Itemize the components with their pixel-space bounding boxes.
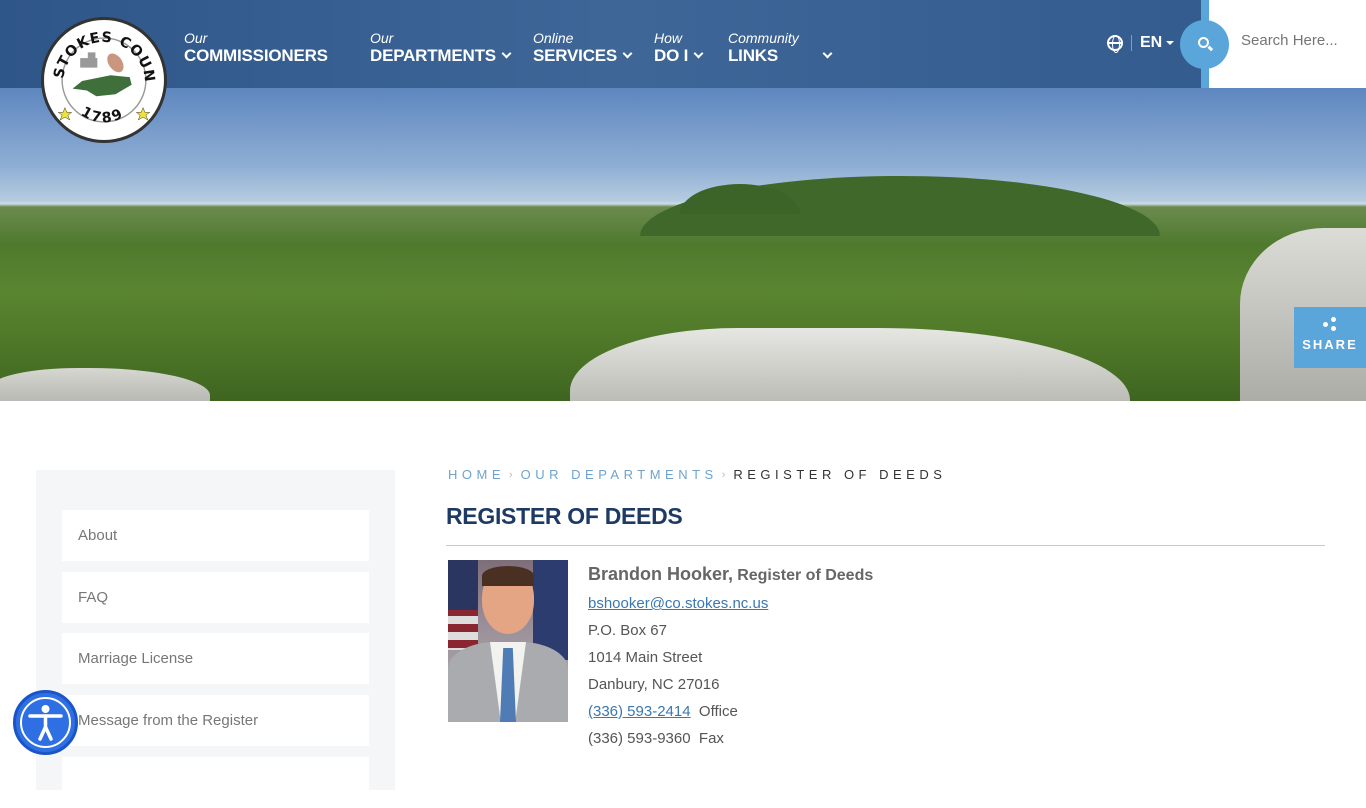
nav-departments-label: DEPARTMENTS [370, 46, 496, 65]
breadcrumb-separator-icon: › [721, 468, 726, 481]
globe-icon [1107, 35, 1123, 53]
contact-info: Brandon Hooker, Register of Deeds bshook… [588, 562, 873, 752]
language-selector[interactable]: EN [1107, 34, 1175, 53]
breadcrumb-our-departments[interactable]: OUR DEPARTMENTS [521, 467, 718, 482]
nav-departments[interactable]: Our DEPARTMENTS [370, 30, 512, 66]
chevron-down-icon [822, 48, 833, 59]
share-label: SHARE [1302, 337, 1358, 352]
breadcrumb: HOME › OUR DEPARTMENTS › REGISTER OF DEE… [448, 467, 946, 482]
nav-community-links[interactable]: Community LINKS [728, 30, 833, 66]
search-icon [1198, 37, 1209, 48]
sidebar-item-faq[interactable]: FAQ [62, 572, 369, 623]
rock-center [570, 328, 1130, 401]
hero-banner-image [0, 88, 1366, 401]
search-button[interactable] [1180, 20, 1229, 69]
nav-services[interactable]: Online SERVICES [533, 30, 633, 66]
share-button[interactable]: SHARE [1294, 307, 1366, 368]
contact-fax-label: Fax [698, 730, 724, 747]
county-seal-logo[interactable]: STOKES COUNTY 1789 [41, 17, 167, 143]
us-flag [448, 560, 478, 650]
nav-services-small: Online [533, 30, 574, 46]
portrait-hair [482, 566, 534, 586]
share-icon [1323, 317, 1337, 331]
nav-how-do-i-small: How [654, 30, 683, 46]
caret-down-icon [1166, 41, 1175, 45]
nav-how-do-i[interactable]: How DO I [654, 30, 704, 66]
sidebar-item-about[interactable]: About [62, 510, 369, 561]
sidebar-item-message-from-register[interactable]: Message from the Register [62, 695, 369, 746]
nav-commissioners-small: Our [184, 30, 208, 46]
contact-name: Brandon Hooker, [588, 564, 734, 584]
contact-phone-link[interactable]: (336) 593-2414 [588, 703, 691, 720]
page-title: REGISTER OF DEEDS [446, 503, 683, 529]
chevron-down-icon [501, 48, 512, 59]
nav-community-links-small: Community [728, 30, 799, 46]
chevron-down-icon [693, 48, 704, 59]
sidebar-item-more[interactable] [62, 757, 369, 808]
accessibility-person-icon [28, 705, 63, 741]
contact-street: 1014 Main Street [588, 649, 703, 666]
chevron-down-icon [622, 48, 633, 59]
nav-community-links-label: LINKS [728, 46, 779, 65]
rock-left [0, 368, 210, 401]
seal-graphic: STOKES COUNTY 1789 [44, 20, 156, 127]
contact-role: Register of Deeds [737, 567, 874, 584]
nav-services-label: SERVICES [533, 46, 618, 65]
contact-city: Danbury, NC 27016 [588, 676, 720, 693]
search-box [1209, 0, 1366, 88]
nav-how-do-i-label: DO I [654, 46, 689, 65]
register-portrait-photo [448, 560, 568, 722]
search-input[interactable] [1241, 32, 1366, 49]
breadcrumb-home[interactable]: HOME [448, 467, 505, 482]
breadcrumb-separator-icon: › [509, 468, 513, 481]
nav-departments-small: Our [370, 30, 394, 46]
contact-fax: (336) 593-9360 [588, 730, 691, 747]
title-divider [446, 545, 1325, 546]
nav-commissioners[interactable]: Our COMMISSIONERS [184, 30, 328, 66]
language-code: EN [1140, 34, 1163, 51]
sidebar-nav: About FAQ Marriage License Message from … [36, 470, 395, 808]
contact-email-link[interactable]: bshooker@co.stokes.nc.us [588, 595, 768, 612]
contact-po-box: P.O. Box 67 [588, 622, 667, 639]
contact-phone-label: Office [698, 703, 738, 720]
language-divider [1131, 35, 1132, 51]
breadcrumb-current: REGISTER OF DEEDS [733, 467, 947, 482]
accessibility-button[interactable] [13, 690, 78, 755]
sidebar-item-marriage-license[interactable]: Marriage License [62, 633, 369, 684]
nav-commissioners-label: COMMISSIONERS [184, 46, 328, 65]
